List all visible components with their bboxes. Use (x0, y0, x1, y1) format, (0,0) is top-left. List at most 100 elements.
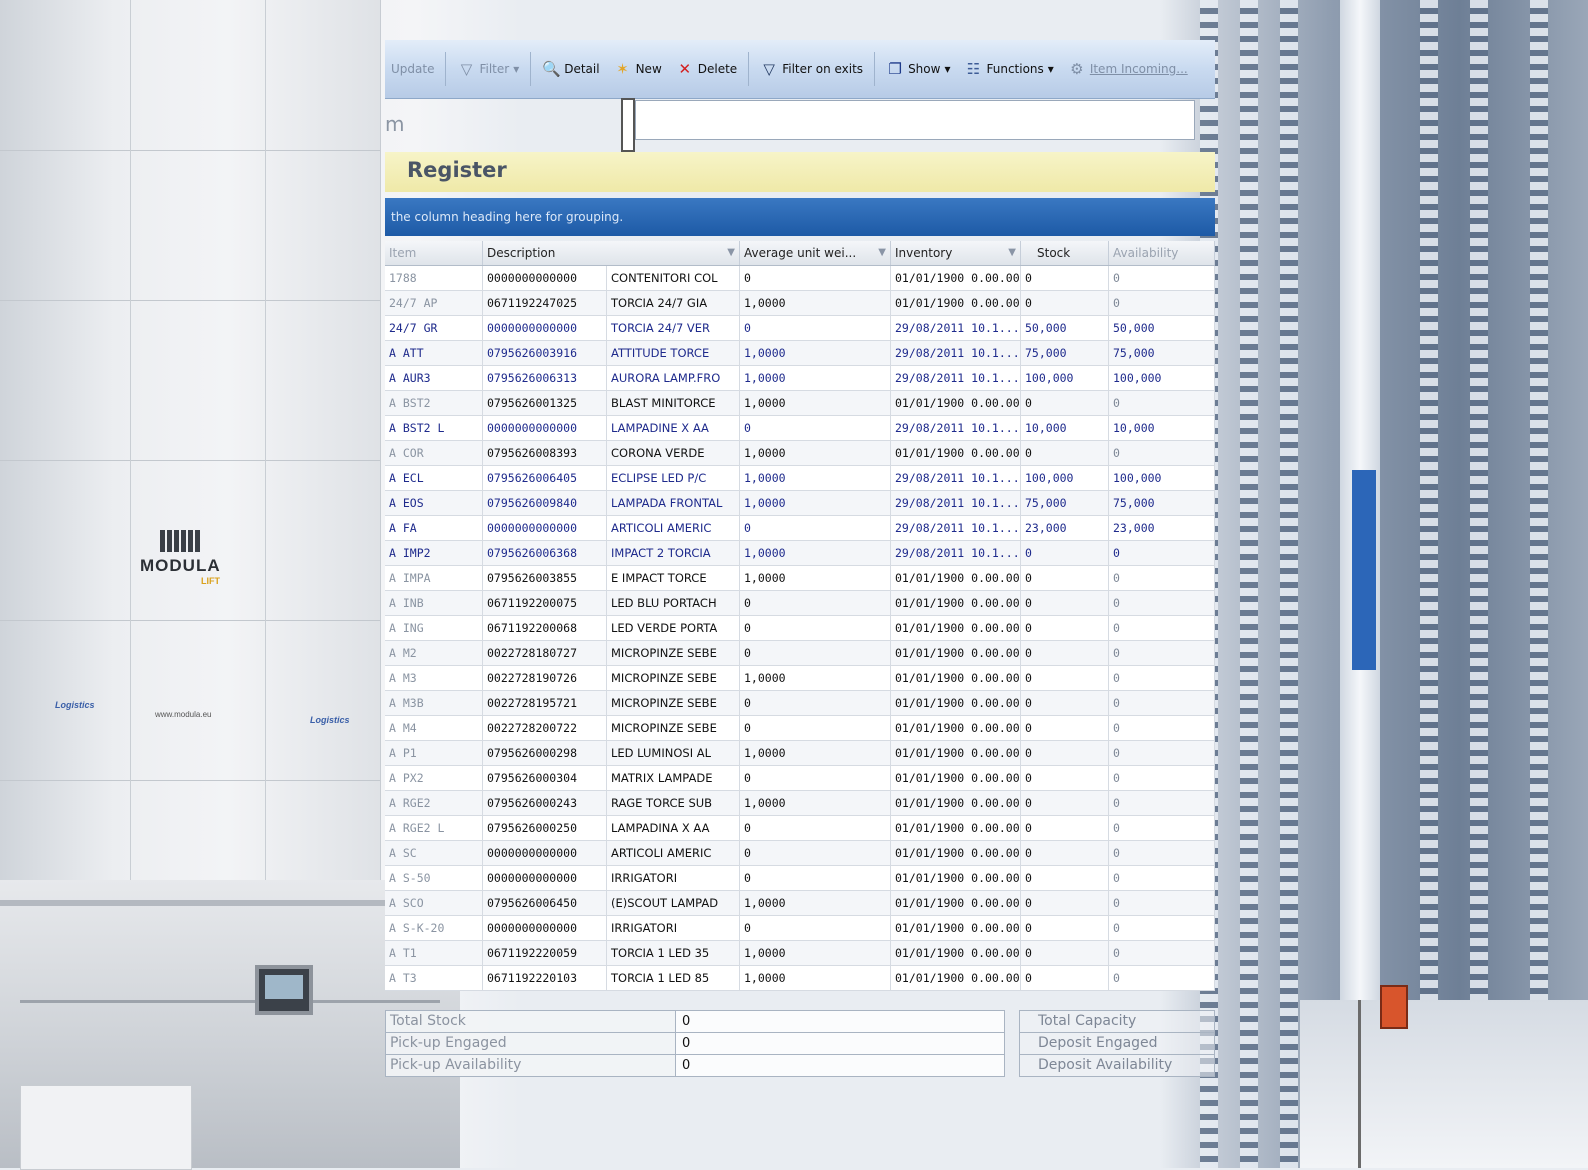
column-header-item[interactable]: Item (385, 241, 483, 265)
cell-average-unit-weight: 1,0000 (740, 291, 891, 315)
cell-description: ARTICOLI AMERIC (607, 516, 740, 540)
table-row[interactable]: A BST2 L 0000000000000 LAMPADINE X AA 0 29/0… (385, 416, 1215, 441)
cell-item-code: A IMP2 (385, 541, 483, 565)
table-row[interactable]: 24/7 GR 0000000000000 TORCIA 24/7 VER 0 29/0… (385, 316, 1215, 341)
column-header-description[interactable]: Description (483, 241, 607, 265)
cell-average-unit-weight: 0 (740, 816, 891, 840)
cell-barcode: 0000000000000 (483, 416, 607, 440)
table-row[interactable]: A T3 0671192220103 TORCIA 1 LED 85 1,0000 01… (385, 966, 1215, 991)
cell-inventory-date: 29/08/2011 10.1... (891, 316, 1021, 340)
cell-inventory-date: 01/01/1900 0.00.00 (891, 766, 1021, 790)
table-row[interactable]: A COR 0795626008393 CORONA VERDE 1,0000 01/0… (385, 441, 1215, 466)
cell-item-code: A T1 (385, 941, 483, 965)
table-row[interactable]: A PX2 0795626000304 MATRIX LAMPADE 0 01/01/1… (385, 766, 1215, 791)
table-row[interactable]: A M3 0022728190726 MICROPINZE SEBE 1,0000 01… (385, 666, 1215, 691)
cell-average-unit-weight: 0 (740, 316, 891, 340)
cell-item-code: A ING (385, 616, 483, 640)
search-input[interactable] (635, 100, 1195, 140)
cell-inventory-date: 01/01/1900 0.00.00 (891, 841, 1021, 865)
functions-button[interactable]: ☷ Functions ▾ (958, 53, 1059, 85)
cell-item-code: A BST2 L (385, 416, 483, 440)
cell-item-code: A S-50 (385, 866, 483, 890)
new-button[interactable]: ✶ New (608, 53, 668, 85)
table-row[interactable]: A RGE2 L 0795626000250 LAMPADINA X AA 0 01/0… (385, 816, 1215, 841)
detail-button[interactable]: 🔍 Detail (536, 53, 605, 85)
column-header-availability[interactable]: Availability (1109, 241, 1215, 265)
column-header-stock[interactable]: Stock (1021, 241, 1109, 265)
sort-icon: ▼ (878, 247, 886, 258)
summary-right: Total Capacity Deposit Engaged Deposit Ava… (1019, 1010, 1215, 1077)
table-row[interactable]: 1788 0000000000000 CONTENITORI COL 0 01/01/1… (385, 266, 1215, 291)
cell-barcode: 0795626003855 (483, 566, 607, 590)
column-header-average-unit-weight[interactable]: Average unit wei... ▼ (740, 241, 891, 265)
cell-average-unit-weight: 1,0000 (740, 666, 891, 690)
summary-label: Total Stock (386, 1011, 676, 1032)
cell-barcode: 0000000000000 (483, 516, 607, 540)
cell-description: IRRIGATORI (607, 866, 740, 890)
cell-stock: 0 (1021, 666, 1109, 690)
cell-inventory-date: 01/01/1900 0.00.00 (891, 941, 1021, 965)
cell-average-unit-weight: 0 (740, 516, 891, 540)
table-row[interactable]: A ING 0671192200068 LED VERDE PORTA 0 01/01/… (385, 616, 1215, 641)
cell-barcode: 0795626006368 (483, 541, 607, 565)
cell-availability: 0 (1109, 641, 1215, 665)
item-incoming-button[interactable]: ⚙ Item Incoming... (1062, 53, 1194, 85)
show-button[interactable]: ❐ Show ▾ (880, 53, 956, 85)
cell-stock: 0 (1021, 266, 1109, 290)
new-star-icon: ✶ (616, 59, 629, 78)
delete-button[interactable]: ✕ Delete (670, 53, 743, 85)
table-row[interactable]: A T1 0671192220059 TORCIA 1 LED 35 1,0000 01… (385, 941, 1215, 966)
cell-inventory-date: 01/01/1900 0.00.00 (891, 441, 1021, 465)
table-row[interactable]: A SC 0000000000000 ARTICOLI AMERIC 0 01/01/1… (385, 841, 1215, 866)
table-row[interactable]: A RGE2 0795626000243 RAGE TORCE SUB 1,0000 0… (385, 791, 1215, 816)
cell-stock: 0 (1021, 866, 1109, 890)
cell-barcode: 0795626001325 (483, 391, 607, 415)
group-hint: the column heading here for grouping. (391, 210, 624, 224)
table-row[interactable]: A BST2 0795626001325 BLAST MINITORCE 1,0000… (385, 391, 1215, 416)
dropdown-arrow-icon: ▾ (513, 62, 520, 76)
table-row[interactable]: A INB 0671192200075 LED BLU PORTACH 0 01/01/… (385, 591, 1215, 616)
table-row[interactable]: A ATT 0795626003916 ATTITUDE TORCE 1,0000 29… (385, 341, 1215, 366)
funnel-icon: ▽ (763, 59, 775, 78)
column-header-inventory[interactable]: Inventory ▼ (891, 241, 1021, 265)
cell-stock: 100,000 (1021, 366, 1109, 390)
cell-average-unit-weight: 1,0000 (740, 441, 891, 465)
table-row[interactable]: A S-50 0000000000000 IRRIGATORI 0 01/01/1900… (385, 866, 1215, 891)
table-row[interactable]: A M4 0022728200722 MICROPINZE SEBE 0 01/01/1… (385, 716, 1215, 741)
cell-availability: 75,000 (1109, 341, 1215, 365)
crane-sign (1352, 470, 1376, 670)
cell-description: ARTICOLI AMERIC (607, 841, 740, 865)
filter-on-exits-button[interactable]: ▽ Filter on exits (754, 53, 869, 85)
cell-availability: 75,000 (1109, 491, 1215, 515)
table-row[interactable]: A FA 0000000000000 ARTICOLI AMERIC 0 29/08/2… (385, 516, 1215, 541)
table-row[interactable]: A AUR3 0795626006313 AURORA LAMP.FRO 1,0000… (385, 366, 1215, 391)
table-row[interactable]: A P1 0795626000298 LED LUMINOSI AL 1,0000 01… (385, 741, 1215, 766)
cell-description: MICROPINZE SEBE (607, 716, 740, 740)
summary-left: Total Stock 0 Pick-up Engaged 0 Pick-up Avai… (385, 1010, 1005, 1077)
filter-button[interactable]: ▽ Filter ▾ (451, 53, 525, 85)
cell-stock: 0 (1021, 441, 1109, 465)
table-row[interactable]: A IMP2 0795626006368 IMPACT 2 TORCIA 1,0000… (385, 541, 1215, 566)
table-row[interactable]: A EOS 0795626009840 LAMPADA FRONTAL 1,0000 2… (385, 491, 1215, 516)
update-button[interactable]: Update (385, 53, 440, 85)
cell-inventory-date: 01/01/1900 0.00.00 (891, 566, 1021, 590)
table-row[interactable]: A IMPA 0795626003855 E IMPACT TORCE 1,0000 0… (385, 566, 1215, 591)
cell-item-code: A M3 (385, 666, 483, 690)
cell-availability: 50,000 (1109, 316, 1215, 340)
group-by-bar[interactable]: the column heading here for grouping. (385, 198, 1215, 236)
cell-average-unit-weight: 0 (740, 716, 891, 740)
table-row[interactable]: A S-K-20 0000000000000 IRRIGATORI 0 01/01/19… (385, 916, 1215, 941)
cell-description: LED BLU PORTACH (607, 591, 740, 615)
table-row[interactable]: A M3B 0022728195721 MICROPINZE SEBE 0 01/01/… (385, 691, 1215, 716)
table-row[interactable]: A ECL 0795626006405 ECLIPSE LED P/C 1,0000 2… (385, 466, 1215, 491)
cell-availability: 23,000 (1109, 516, 1215, 540)
search-row: m (385, 98, 1215, 152)
table-row[interactable]: 24/7 AP 0671192247025 TORCIA 24/7 GIA 1,000… (385, 291, 1215, 316)
search-field-handle[interactable] (621, 98, 635, 152)
column-header-description-2[interactable]: ▼ (607, 241, 740, 265)
summary-label: Deposit Engaged (1038, 1035, 1158, 1051)
toolbar: Update ▽ Filter ▾ 🔍 Detail ✶ New ✕ Delete… (385, 40, 1215, 99)
table-row[interactable]: A M2 0022728180727 MICROPINZE SEBE 0 01/01/1… (385, 641, 1215, 666)
table-row[interactable]: A SCO 0795626006450 (E)SCOUT LAMPAD 1,0000 0… (385, 891, 1215, 916)
dropdown-arrow-icon: ▾ (944, 62, 951, 76)
